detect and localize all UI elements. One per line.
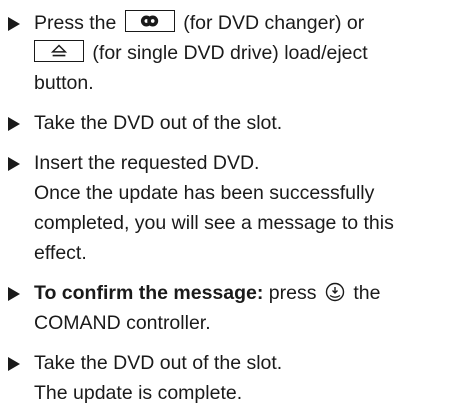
step-4-bold-label: To confirm the message: — [34, 282, 264, 304]
step-1-line-3: button. — [34, 72, 94, 94]
step-5: Take the DVD out of the slot. The update… — [4, 348, 460, 408]
step-4-line-2: COMAND controller. — [34, 312, 211, 334]
dvd-changer-load-button-icon — [124, 9, 175, 32]
step-2-line-1: Take the DVD out of the slot. — [34, 112, 283, 134]
step-1-text-2: (for single DVD drive) load/eject — [92, 42, 368, 64]
step-1-text-pre: Press the — [34, 12, 117, 34]
step-3-line-1: Insert the requested DVD. — [34, 152, 260, 174]
step-1-text-post: (for DVD changer) or — [183, 12, 365, 34]
step-3-line-4: effect. — [34, 242, 87, 264]
step-4-text-post: the — [353, 282, 381, 304]
step-4: To confirm the message: press the COMAND… — [4, 278, 460, 338]
step-3-line-3: completed, you will see a message to thi… — [34, 212, 394, 234]
step-3: Insert the requested DVD. Once the updat… — [4, 148, 460, 268]
step-5-line-2: The update is complete. — [34, 382, 243, 404]
step-1: Press the (for DVD changer) or (for sing… — [4, 8, 460, 98]
step-bullet-icon — [8, 17, 20, 31]
step-5-line-1: Take the DVD out of the slot. — [34, 352, 283, 374]
step-bullet-icon — [8, 287, 20, 301]
instruction-page: Press the (for DVD changer) or (for sing… — [0, 0, 466, 414]
step-4-text-pre: press — [268, 282, 317, 304]
step-bullet-icon — [8, 117, 20, 131]
step-1-line-1: Press the (for DVD changer) or — [34, 8, 460, 38]
step-bullet-icon — [8, 157, 20, 171]
step-3-line-2: Once the update has been successfully — [34, 182, 375, 204]
step-1-line-2: (for single DVD drive) load/eject — [34, 38, 460, 68]
eject-button-icon — [34, 39, 84, 62]
step-4-line-1: To confirm the message: press the — [34, 278, 460, 308]
comand-controller-press-icon — [324, 281, 346, 303]
step-bullet-icon — [8, 357, 20, 371]
step-2: Take the DVD out of the slot. — [4, 108, 460, 138]
